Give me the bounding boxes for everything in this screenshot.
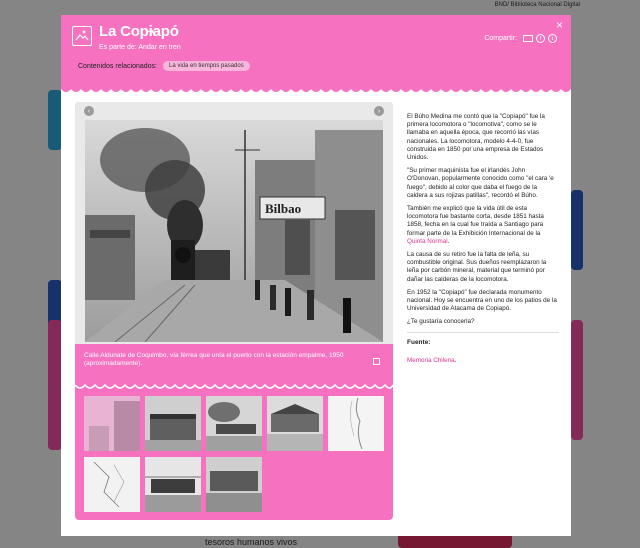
thumbnail-2[interactable] [145,396,201,451]
expand-icon[interactable] [373,358,380,365]
modal-subtitle: Es parte de: Andar en tren [99,44,181,51]
related-contents: Contenidos relacionados: La vida en tiem… [78,61,250,71]
subtitle-prefix: Es parte de: [99,44,137,51]
main-photo[interactable]: Bilbao [85,120,383,342]
header-scallop-edge [61,87,571,92]
related-tag[interactable]: La vida en tiempos pasados [163,61,250,71]
twitter-share-icon[interactable]: t [548,34,557,43]
caption-scallop-edge [75,383,393,389]
thumbnail-4[interactable] [267,396,323,451]
share-bar: Compartir: f t [484,34,557,43]
article-paragraph: También me explicó que la vida útil de e… [407,205,559,246]
source-link[interactable]: Memoria Chilena [407,357,455,364]
source-label: Fuente: [407,338,431,346]
thumbnail-7[interactable] [145,457,201,512]
source-line: Memoria Chilena. [407,349,559,367]
parent-collection-link[interactable]: Andar en tren [138,44,180,51]
article-paragraph: "Su primer maquinista fue el irlandés Jo… [407,167,554,199]
source-period: . [454,356,457,364]
quinta-normal-link[interactable]: Quinta Normal [407,238,448,245]
modal-header: La Copiapó ↪ Es parte de: Andar en tren … [61,15,571,92]
share-label: Compartir: [484,35,517,42]
article-paragraph: El Búho Medina me contó que la "Copiapó"… [407,113,545,162]
photo-caption-text: Calle Aldunate de Coquimbo, vía férrea q… [84,352,344,367]
thumbnail-1[interactable] [84,396,140,451]
facebook-share-icon[interactable]: f [536,34,545,43]
article-text-fragment: También me explicó que la vida útil de e… [407,205,544,237]
share-arrow-icon[interactable]: ↪ [145,25,154,38]
thumbnail-8[interactable] [206,457,262,512]
divider [407,331,559,333]
photo-caption: Calle Aldunate de Coquimbo, vía férrea q… [84,348,384,376]
image-gallery-icon [72,26,92,46]
email-share-icon[interactable] [523,35,533,42]
article-paragraph: ¿Te gustaría conocerla? [407,318,475,326]
content-modal: La Copiapó ↪ Es parte de: Andar en tren … [61,15,571,536]
article-paragraph: La causa de su retiro fue la falta de le… [407,251,547,283]
previous-arrow-icon[interactable]: ‹ [84,106,94,116]
main-photo-frame: ‹ › Bilbao [75,102,393,344]
thumbnail-6[interactable] [84,457,140,512]
thumbnail-5[interactable] [328,396,384,451]
image-gallery: ‹ › Bilbao Calle Aldunate de Coquimbo, v… [75,102,393,520]
photo-sign-text: Bilbao [265,201,301,216]
article-text: El Búho Medina me contó que la "Copiapó"… [407,113,559,367]
article-paragraph: En 1952 la "Copiapó" fue declarada monum… [407,288,557,313]
close-icon[interactable]: × [556,18,563,32]
related-label: Contenidos relacionados: [78,62,157,70]
article-text-fragment: . [447,237,450,245]
thumbnail-3[interactable] [206,396,262,451]
modal-title: La Copiapó [99,23,179,40]
next-arrow-icon[interactable]: › [374,106,384,116]
